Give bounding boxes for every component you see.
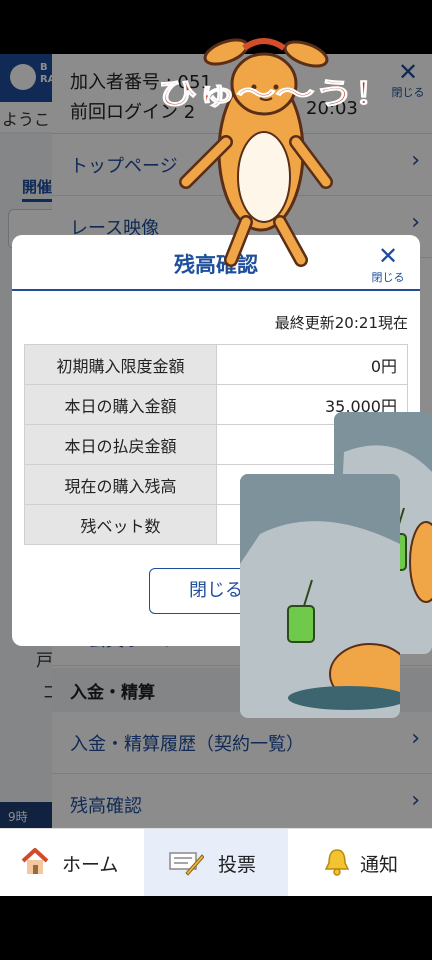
row-label: 現在の購入残高 — [24, 464, 217, 505]
nav-notify-label: 通知 — [360, 854, 399, 876]
bottom-navigation: ホーム 投票 通知 — [0, 828, 432, 897]
last-updated: 最終更新20:21現在 — [274, 314, 408, 332]
sticker-caption: ひゅ〜〜う！ — [158, 77, 393, 112]
nav-tab-vote[interactable]: 投票 — [144, 829, 288, 897]
row-label: 初期購入限度金額 — [24, 344, 217, 385]
row-label: 本日の払戻金額 — [24, 424, 217, 465]
nav-home-label: ホーム — [62, 854, 119, 876]
drink-photo-sticker — [240, 474, 400, 718]
system-bottom-bar — [0, 896, 432, 960]
table-row: 初期購入限度金額 0円 — [24, 344, 408, 385]
nav-tab-notify[interactable]: 通知 — [288, 829, 432, 897]
row-value: 0円 — [216, 344, 408, 385]
row-label: 残ベット数 — [24, 504, 217, 545]
deer-mascot-sticker: ひゅ〜〜う！ — [158, 38, 394, 267]
row-label: 本日の購入金額 — [24, 384, 217, 425]
bell-icon — [324, 849, 350, 876]
nav-tab-home[interactable]: ホーム — [0, 829, 144, 897]
house-icon — [21, 848, 49, 874]
ticket-pencil-icon — [169, 852, 204, 876]
nav-vote-label: 投票 — [218, 854, 257, 876]
